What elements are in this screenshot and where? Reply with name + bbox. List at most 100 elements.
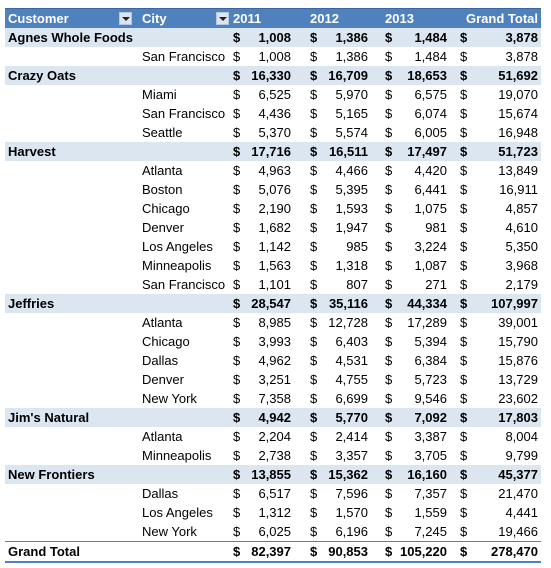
currency-symbol: $ [310,220,318,235]
city-row[interactable]: Minneapolis $2,738 $3,357 $3,705 $9,799 [5,446,541,465]
value-cell: 1,484 [414,30,447,45]
city-row[interactable]: Denver $1,682 $1,947 $981 $4,610 [5,218,541,237]
currency-symbol: $ [460,220,468,235]
currency-symbol: $ [233,163,241,178]
city-row[interactable]: San Francisco $1,101 $807 $271 $2,179 [5,275,541,294]
city-name: Denver [142,220,184,235]
currency-symbol: $ [233,144,241,159]
value-cell: 1,008 [258,30,291,45]
city-row[interactable]: Chicago $3,993 $6,403 $5,394 $15,790 [5,332,541,351]
value-cell: 4,962 [258,353,291,368]
grand-total-label: Grand Total [8,544,80,559]
currency-symbol: $ [385,277,393,292]
city-row[interactable]: Minneapolis $1,563 $1,318 $1,087 $3,968 [5,256,541,275]
currency-symbol: $ [385,505,393,520]
city-row[interactable]: Los Angeles $1,142 $985 $3,224 $5,350 [5,237,541,256]
currency-symbol: $ [310,448,318,463]
value-cell: 51,692 [498,68,538,83]
currency-symbol: $ [310,486,318,501]
value-cell: 9,799 [505,448,538,463]
city-row[interactable]: Atlanta $2,204 $2,414 $3,387 $8,004 [5,427,541,446]
value-cell: 39,001 [498,315,538,330]
currency-symbol: $ [233,486,241,501]
city-row[interactable]: New York $6,025 $6,196 $7,245 $19,466 [5,522,541,541]
currency-symbol: $ [310,201,318,216]
city-row[interactable]: Los Angeles $1,312 $1,570 $1,559 $4,441 [5,503,541,522]
value-cell: 8,985 [258,315,291,330]
currency-symbol: $ [310,372,318,387]
currency-symbol: $ [310,125,318,140]
value-cell: 3,993 [258,334,291,349]
value-cell: 7,245 [414,524,447,539]
currency-symbol: $ [460,353,468,368]
city-row[interactable]: Seattle $5,370 $5,574 $6,005 $16,948 [5,123,541,142]
currency-symbol: $ [460,144,468,159]
value-cell: 13,855 [251,467,291,482]
value-cell: 1,484 [414,49,447,64]
value-cell: 1,008 [258,49,291,64]
value-cell: 6,005 [414,125,447,140]
customer-subtotal-row[interactable]: New Frontiers $13,855 $15,362 $16,160 $45,37… [5,465,541,484]
value-cell: 271 [425,277,447,292]
city-row[interactable]: Denver $3,251 $4,755 $5,723 $13,729 [5,370,541,389]
currency-symbol: $ [460,544,468,559]
value-cell: 6,384 [414,353,447,368]
currency-symbol: $ [385,334,393,349]
currency-symbol: $ [460,68,468,83]
city-name: Dallas [142,353,179,368]
customer-subtotal-row[interactable]: Harvest $17,716 $16,511 $17,497 $51,723 [5,142,541,161]
value-cell: 6,403 [335,334,368,349]
city-row[interactable]: Dallas $6,517 $7,596 $7,357 $21,470 [5,484,541,503]
customer-subtotal-row[interactable]: Crazy Oats $16,330 $16,709 $18,653 $51,692 [5,66,541,85]
currency-symbol: $ [310,87,318,102]
value-cell: 12,728 [328,315,368,330]
value-cell: 19,466 [498,524,538,539]
value-cell: 7,357 [414,486,447,501]
customer-name: Jim's Natural [8,410,90,425]
value-cell: 6,517 [258,486,291,501]
customer-filter-dropdown[interactable] [119,12,132,25]
currency-symbol: $ [233,353,241,368]
currency-symbol: $ [310,144,318,159]
city-row[interactable]: Boston $5,076 $5,395 $6,441 $16,911 [5,180,541,199]
city-name: San Francisco [142,106,226,121]
city-row[interactable]: Chicago $2,190 $1,593 $1,075 $4,857 [5,199,541,218]
city-row[interactable]: Atlanta $4,963 $4,466 $4,420 $13,849 [5,161,541,180]
value-cell: 5,970 [335,87,368,102]
value-cell: 28,547 [251,296,291,311]
currency-symbol: $ [385,524,393,539]
currency-symbol: $ [310,410,318,425]
value-cell: 4,963 [258,163,291,178]
city-row[interactable]: New York $7,358 $6,699 $9,546 $23,602 [5,389,541,408]
value-cell: 4,755 [335,372,368,387]
value-cell: 16,511 [328,144,368,159]
currency-symbol: $ [310,334,318,349]
city-row[interactable]: Atlanta $8,985 $12,728 $17,289 $39,001 [5,313,541,332]
value-cell: 9,546 [414,391,447,406]
currency-symbol: $ [385,68,393,83]
value-cell: 1,947 [335,220,368,235]
currency-symbol: $ [233,106,241,121]
currency-symbol: $ [385,182,393,197]
value-cell: 15,362 [328,467,368,482]
city-name: Seattle [142,125,183,140]
city-row[interactable]: San Francisco $1,008 $1,386 $1,484 $3,878 [5,47,541,66]
value-cell: 8,004 [505,429,538,444]
grand-total-2012: 90,853 [328,544,368,559]
customer-subtotal-row[interactable]: Jeffries $28,547 $35,116 $44,334 $107,997 [5,294,541,313]
value-cell: 3,705 [414,448,447,463]
customer-subtotal-row[interactable]: Jim's Natural $4,942 $5,770 $7,092 $17,803 [5,408,541,427]
currency-symbol: $ [460,258,468,273]
city-row[interactable]: Miami $6,525 $5,970 $6,575 $19,070 [5,85,541,104]
currency-symbol: $ [385,106,393,121]
pivot-body: Agnes Whole Foods $1,008 $1,386 $1,484 $3,87… [5,28,541,541]
currency-symbol: $ [460,467,468,482]
currency-symbol: $ [460,505,468,520]
city-filter-dropdown[interactable] [216,12,229,25]
customer-subtotal-row[interactable]: Agnes Whole Foods $1,008 $1,386 $1,484 $3,87… [5,28,541,47]
city-row[interactable]: San Francisco $4,436 $5,165 $6,074 $15,674 [5,104,541,123]
value-cell: 5,395 [335,182,368,197]
city-row[interactable]: Dallas $4,962 $4,531 $6,384 $15,876 [5,351,541,370]
value-cell: 3,387 [414,429,447,444]
currency-symbol: $ [460,239,468,254]
